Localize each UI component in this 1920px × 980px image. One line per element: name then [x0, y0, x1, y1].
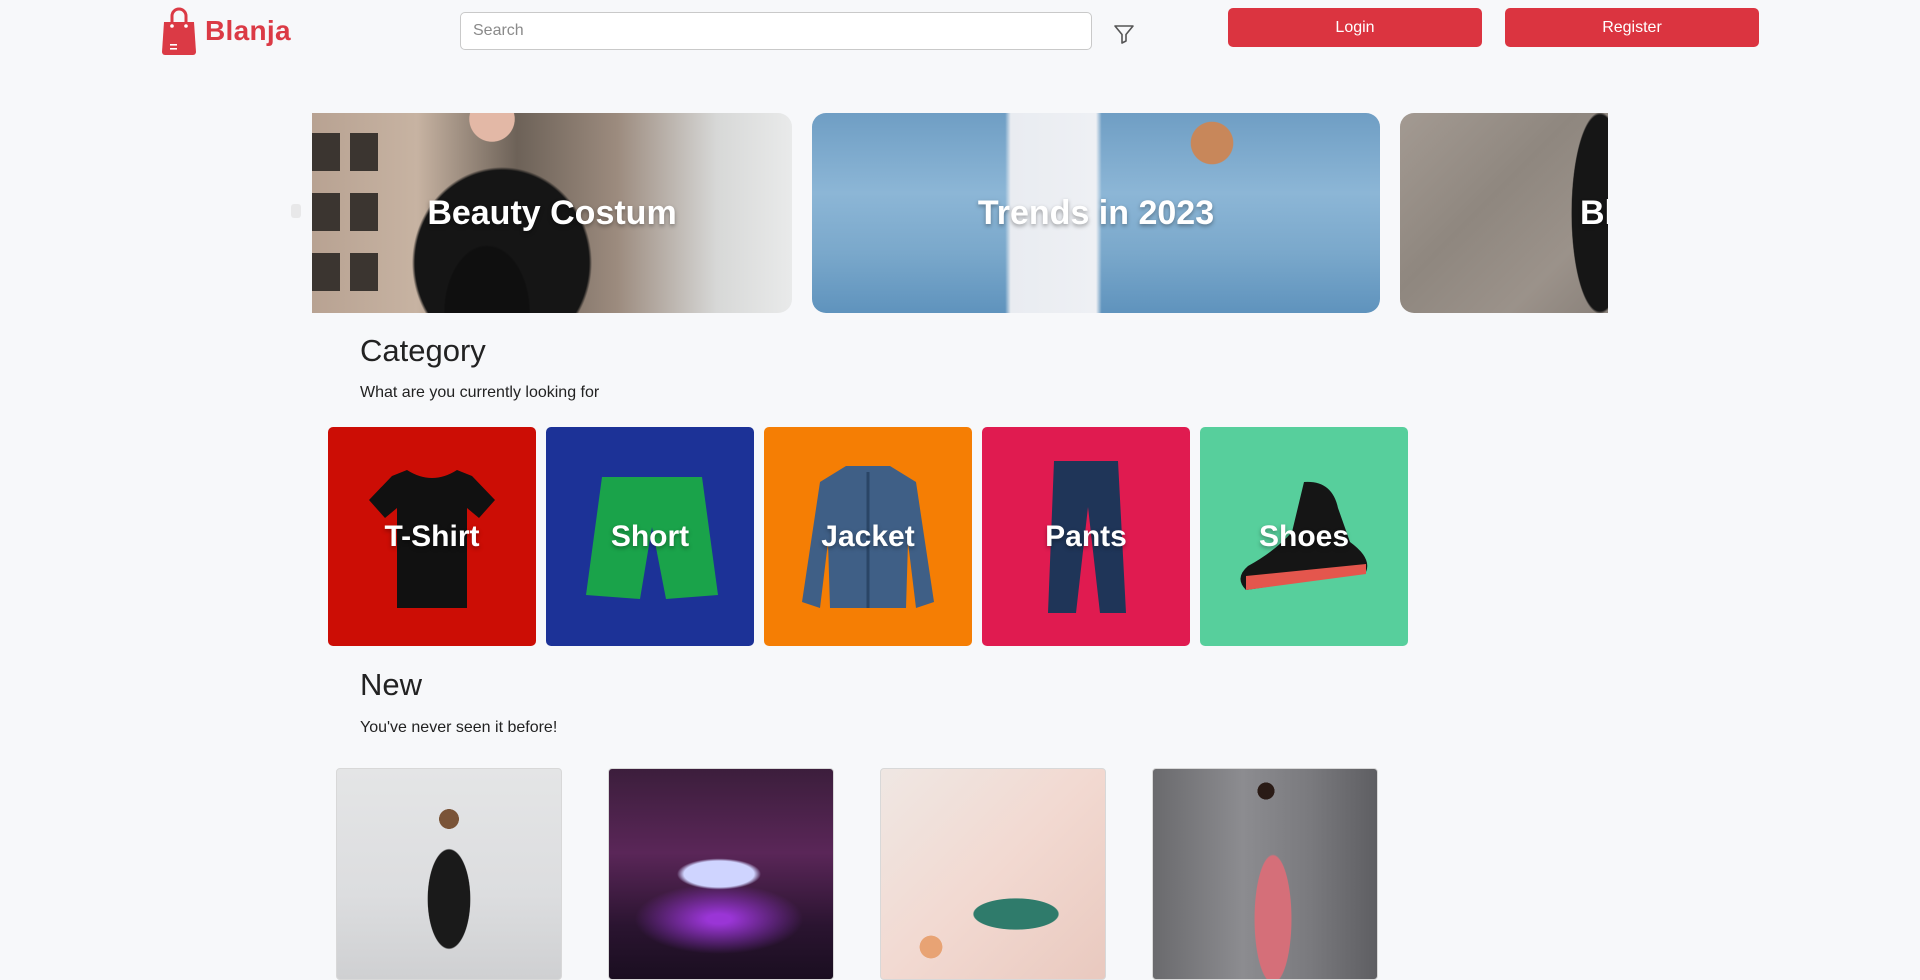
shopping-bag-icon	[162, 7, 196, 55]
product-card[interactable]	[880, 768, 1106, 980]
category-label: Jacket	[821, 519, 915, 553]
new-subtitle: You've never seen it before!	[360, 719, 558, 736]
brand-name: Blanja	[205, 15, 291, 46]
category-label: Pants	[1045, 519, 1127, 553]
category-label: Short	[610, 519, 690, 553]
banner-third[interactable]: Bla	[1400, 113, 1608, 313]
category-pants[interactable]: Pants	[982, 427, 1190, 646]
search-input[interactable]	[461, 13, 1091, 49]
category-title: Category	[360, 333, 486, 368]
banner-trends[interactable]: Trends in 2023	[812, 113, 1380, 313]
product-card[interactable]	[336, 768, 562, 980]
banner-beauty-costum[interactable]: Beauty Costum	[312, 113, 792, 313]
product-card[interactable]	[1152, 768, 1378, 980]
banner-title: Beauty Costum	[427, 193, 677, 232]
category-short[interactable]: Short	[546, 427, 754, 646]
banner-title: Bla	[1580, 193, 1608, 232]
banner-title: Trends in 2023	[977, 193, 1215, 232]
category-label: T-Shirt	[384, 519, 480, 553]
new-title: New	[360, 667, 423, 702]
register-button[interactable]: Register	[1505, 8, 1759, 47]
login-button[interactable]: Login	[1228, 8, 1482, 47]
search-box	[460, 12, 1092, 50]
category-shoes[interactable]: Shoes	[1200, 427, 1408, 646]
brand-logo[interactable]: Blanja	[161, 6, 291, 56]
product-card[interactable]	[608, 768, 834, 980]
category-tshirt[interactable]: T-Shirt	[328, 427, 536, 646]
category-jacket[interactable]: Jacket	[764, 427, 972, 646]
category-label: Shoes	[1258, 519, 1350, 553]
filter-icon[interactable]	[1112, 22, 1136, 46]
category-subtitle: What are you currently looking for	[360, 384, 600, 401]
banner-carousel: Beauty Costum Trends in 2023 Bla	[312, 113, 1608, 313]
carousel-prev-indicator[interactable]	[291, 204, 301, 218]
